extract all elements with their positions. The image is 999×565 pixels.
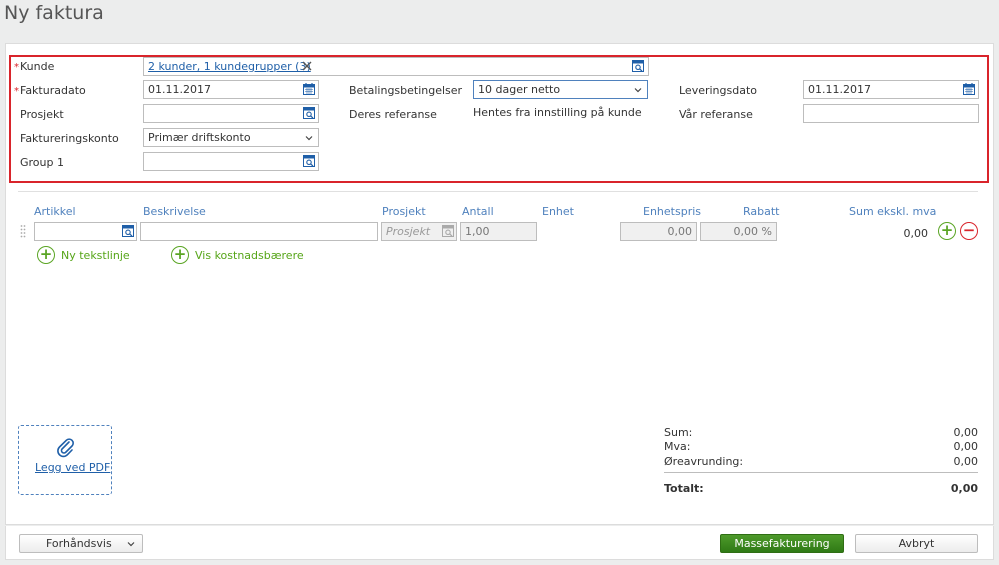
cancel-button[interactable]: Avbryt [855, 534, 978, 553]
plus-circle-icon[interactable]: + [37, 246, 55, 264]
page-title: Ny faktura [4, 2, 104, 24]
col-artikkel: Artikkel [34, 205, 76, 218]
new-text-line-link[interactable]: Ny tekstlinje [61, 249, 130, 262]
line-sum-value: 0,00 [903, 227, 929, 240]
leveringsdato-input[interactable]: 01.11.2017 [803, 80, 979, 99]
group1-label: Group 1 [20, 156, 64, 169]
var-referanse-input[interactable] [803, 104, 979, 123]
enhetspris-input[interactable]: 0,00 [620, 222, 697, 241]
antall-input[interactable]: 1,00 [460, 222, 537, 241]
kunde-label: *Kunde [14, 60, 55, 73]
faktureringskonto-label: Faktureringskonto [20, 132, 119, 145]
mass-invoice-button[interactable]: Massefakturering [720, 534, 844, 553]
col-antall: Antall [462, 205, 494, 218]
add-line-icon[interactable]: + [938, 222, 956, 240]
oreavrunding-value: 0,00 [953, 455, 979, 468]
clear-icon[interactable] [302, 61, 312, 71]
col-enhetspris: Enhetspris [643, 205, 701, 218]
preview-dropdown-button[interactable]: Forhåndsvis [19, 534, 143, 553]
group1-input[interactable] [143, 152, 319, 171]
beskrivelse-input[interactable] [140, 222, 378, 241]
sum-value: 0,00 [953, 426, 979, 439]
drag-handle-icon[interactable] [20, 224, 26, 238]
col-sum: Sum ekskl. mva [849, 205, 937, 218]
preview-label: Forhåndsvis [46, 537, 112, 550]
footer-bar [5, 526, 994, 560]
chevron-down-icon[interactable] [634, 86, 642, 94]
fakturadato-label: *Fakturadato [14, 84, 86, 97]
kunde-field[interactable]: 2 kunder, 1 kundegrupper (3) [143, 57, 649, 76]
required-marker: * [14, 86, 19, 97]
faktureringskonto-value: Primær driftskonto [148, 131, 251, 144]
faktureringskonto-select[interactable]: Primær driftskonto [143, 128, 319, 147]
total-value: 0,00 [950, 482, 978, 495]
attach-pdf-link[interactable]: Legg ved PDF [35, 461, 110, 474]
attach-pdf-dropzone[interactable] [18, 425, 112, 495]
paperclip-icon [57, 438, 74, 458]
prosjekt-label: Prosjekt [20, 108, 64, 121]
calendar-icon[interactable] [963, 83, 975, 95]
lookup-icon[interactable] [303, 107, 315, 119]
col-beskrivelse: Beskrivelse [143, 205, 206, 218]
calendar-icon[interactable] [303, 83, 315, 95]
plus-circle-icon[interactable]: + [171, 246, 189, 264]
required-marker: * [14, 62, 19, 73]
betalingsbetingelser-value: 10 dager netto [478, 83, 561, 96]
summary-divider [664, 472, 978, 473]
col-prosjekt: Prosjekt [382, 205, 426, 218]
lookup-icon [442, 225, 454, 237]
fakturadato-input[interactable]: 01.11.2017 [143, 80, 319, 99]
oreavrunding-label: Øreavrunding: [664, 455, 744, 468]
lookup-icon[interactable] [632, 60, 644, 72]
lookup-icon[interactable] [122, 225, 134, 237]
col-enhet: Enhet [542, 205, 574, 218]
deres-referanse-value: Hentes fra innstilling på kunde [473, 106, 642, 119]
lookup-icon[interactable] [303, 155, 315, 167]
chevron-down-icon[interactable] [305, 134, 313, 142]
rabatt-input[interactable]: 0,00 % [700, 222, 777, 241]
var-referanse-label: Vår referanse [679, 108, 753, 121]
deres-referanse-label: Deres referanse [349, 108, 437, 121]
col-rabatt: Rabatt [743, 205, 780, 218]
mva-label: Mva: [664, 440, 691, 453]
leveringsdato-label: Leveringsdato [679, 84, 758, 97]
sum-label: Sum: [664, 426, 693, 439]
kunde-selection-link[interactable]: 2 kunder, 1 kundegrupper (3) [148, 60, 311, 73]
show-cost-carriers-link[interactable]: Vis kostnadsbærere [195, 249, 304, 262]
prosjekt-input[interactable] [143, 104, 319, 123]
chevron-down-icon[interactable] [127, 540, 135, 548]
betalingsbetingelser-label: Betalingsbetingelser [349, 84, 463, 97]
betalingsbetingelser-select[interactable]: 10 dager netto [473, 80, 648, 99]
total-label: Totalt: [664, 482, 704, 495]
section-divider [18, 191, 978, 192]
remove-line-icon[interactable]: − [960, 222, 978, 240]
mva-value: 0,00 [953, 440, 979, 453]
